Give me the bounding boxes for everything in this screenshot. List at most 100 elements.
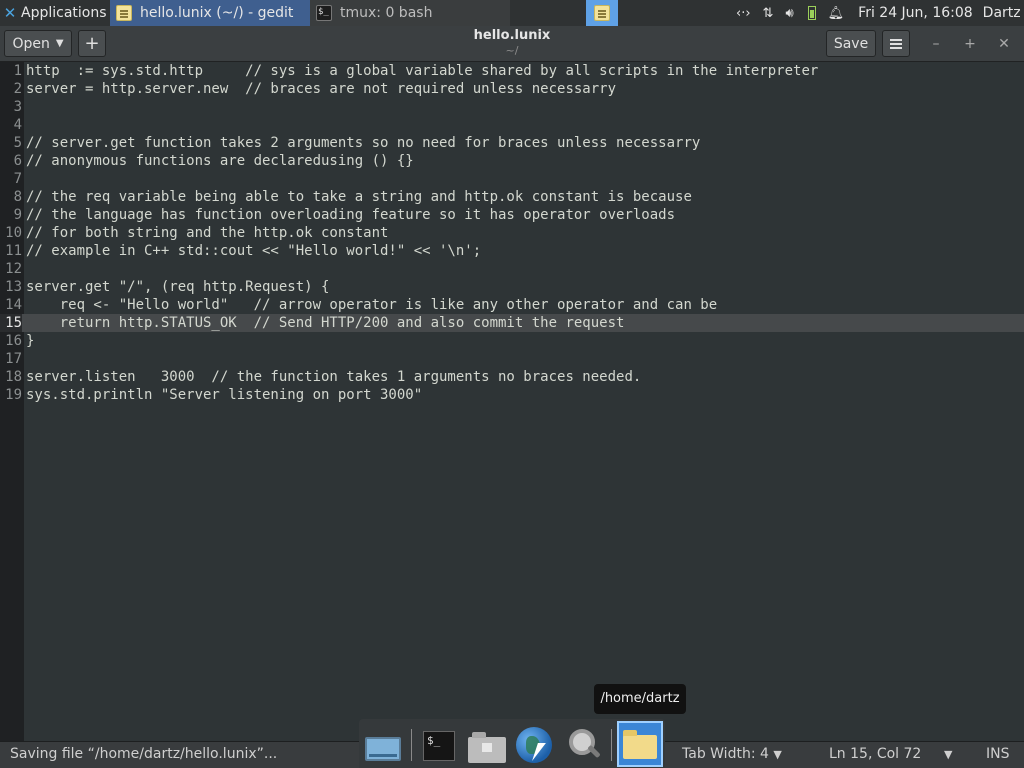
code-line[interactable]: 4 <box>0 116 1024 134</box>
code-line[interactable]: 17 <box>0 350 1024 368</box>
insert-mode-indicator: INS <box>986 746 1010 762</box>
hamburger-menu-button[interactable] <box>882 30 910 57</box>
minimize-icon[interactable]: – <box>926 34 946 54</box>
code-line-text: } <box>26 333 35 349</box>
code-line[interactable]: 7 <box>0 170 1024 188</box>
text-editor-icon <box>116 5 132 21</box>
code-line[interactable]: 2 server = http.server.new // braces are … <box>0 80 1024 98</box>
code-line[interactable]: 12 <box>0 260 1024 278</box>
code-line[interactable]: 10// for both string and the http.ok con… <box>0 224 1024 242</box>
maximize-icon[interactable]: + <box>960 34 980 54</box>
code-line[interactable]: 14 req <- "Hello world" // arrow operato… <box>0 296 1024 314</box>
dock-tooltip: /home/dartz <box>594 684 686 714</box>
code-line[interactable]: 18 server.listen 3000 // the function tak… <box>0 368 1024 386</box>
save-button[interactable]: Save <box>826 30 876 57</box>
line-number: 7 <box>0 170 22 188</box>
code-line-text: // for both string and the http.ok const… <box>26 225 389 241</box>
web-browser-icon[interactable] <box>513 723 555 765</box>
line-number: 2 <box>0 80 22 98</box>
workspace-switcher[interactable] <box>586 0 618 26</box>
code-line-text: req <- "Hello world" // arrow operator i… <box>26 297 718 313</box>
applications-label: Applications <box>21 5 107 21</box>
open-button-label: Open <box>12 35 50 52</box>
code-line-text: // anonymous functions are declaredusing… <box>26 153 414 169</box>
line-number: 17 <box>0 350 22 368</box>
taskbar-gedit-label: hello.lunix (~/) - gedit <box>140 5 294 21</box>
line-number: 14 <box>0 296 22 314</box>
code-line-text: // the req variable being able to take a… <box>26 189 692 205</box>
cursor-position[interactable]: Ln 15, Col 72 <box>829 746 921 762</box>
home-folder-icon[interactable] <box>617 721 663 767</box>
code-line[interactable]: 3 <box>0 98 1024 116</box>
chevron-down-icon: ▼ <box>773 748 782 761</box>
line-number: 12 <box>0 260 22 278</box>
code-line[interactable]: 11// example in C++ std::cout << "Hello … <box>0 242 1024 260</box>
file-manager-icon[interactable] <box>465 723 507 765</box>
window-subtitle: ~/ <box>505 44 519 57</box>
window-title: hello.lunix <box>473 28 551 43</box>
code-line[interactable]: 5// server.get function takes 2 argument… <box>0 134 1024 152</box>
code-line-text: // the language has function overloading… <box>26 207 676 223</box>
code-line[interactable]: 16} <box>0 332 1024 350</box>
xfce-logo-icon: ✕ <box>3 4 17 22</box>
status-message: Saving file “/home/dartz/hello.lunix”... <box>10 746 278 762</box>
line-number: 19 <box>0 386 22 404</box>
code-line[interactable]: 15 return http.STATUS_OK // Send HTTP/20… <box>0 314 1024 332</box>
code-line[interactable]: 6// anonymous functions are declaredusin… <box>0 152 1024 170</box>
code-line[interactable]: 9// the language has function overloadin… <box>0 206 1024 224</box>
code-line-text: server = http.server.new // braces are n… <box>26 81 617 97</box>
terminal-icon: $_ <box>316 5 332 21</box>
close-icon[interactable]: ✕ <box>994 34 1014 54</box>
line-number: 11 <box>0 242 22 260</box>
volume-icon[interactable]: 🔊︎ <box>785 6 793 21</box>
line-number: 5 <box>0 134 22 152</box>
code-line[interactable]: 13 server.get "/", (req http.Request) { <box>0 278 1024 296</box>
line-number: 9 <box>0 206 22 224</box>
clock[interactable]: Fri 24 Jun, 16:08 <box>858 5 973 21</box>
system-tray: ‹·› ⇅ 🔊︎ 🔔︎ Fri 24 Jun, 16:08 Dartz <box>724 0 1024 26</box>
line-number: 16 <box>0 332 22 350</box>
line-number: 10 <box>0 224 22 242</box>
notification-bell-icon[interactable]: 🔔︎ <box>828 6 845 21</box>
line-number: 8 <box>0 188 22 206</box>
code-line-text: http := sys.std.http // sys is a global … <box>26 63 819 79</box>
code-line[interactable]: 1 http := sys.std.http // sys is a global… <box>0 62 1024 80</box>
new-document-button[interactable]: + <box>78 30 106 57</box>
code-line[interactable]: 8// the req variable being able to take … <box>0 188 1024 206</box>
dock-separator <box>611 729 612 761</box>
data-transfer-icon[interactable]: ⇅ <box>763 6 774 21</box>
code-line[interactable]: 19 sys.std.println "Server listening on p… <box>0 386 1024 404</box>
code-line-text: server.get "/", (req http.Request) { <box>26 279 330 295</box>
tab-width-selector[interactable]: Tab Width: 4 ▼ <box>682 746 782 762</box>
tab-width-label: Tab Width: 4 <box>682 746 769 762</box>
applications-menu[interactable]: ✕ Applications <box>0 0 110 26</box>
title-area: hello.lunix ~/ <box>400 28 624 57</box>
taskbar-gedit[interactable]: hello.lunix (~/) - gedit <box>110 0 310 26</box>
line-number: 3 <box>0 98 22 116</box>
line-number: 6 <box>0 152 22 170</box>
code-line-text: return http.STATUS_OK // Send HTTP/200 a… <box>26 315 625 331</box>
code-line-text: sys.std.println "Server listening on por… <box>26 387 423 403</box>
header-bar: Open ▼ + hello.lunix ~/ Save – + ✕ <box>0 26 1024 62</box>
top-panel: ✕ Applications hello.lunix (~/) - gedit … <box>0 0 1024 26</box>
text-editor-area[interactable]: 1 http := sys.std.http // sys is a global… <box>0 62 1024 741</box>
text-editor-icon <box>594 5 610 21</box>
code-line-text: server.listen 3000 // the function takes… <box>26 369 642 385</box>
taskbar-terminal[interactable]: $_ tmux: 0 bash <box>310 0 510 26</box>
terminal-icon[interactable]: $_ <box>417 723 459 765</box>
chevron-down-icon[interactable]: ▼ <box>944 748 952 761</box>
open-button[interactable]: Open ▼ <box>4 30 72 57</box>
chevron-down-icon: ▼ <box>55 38 64 49</box>
taskbar-terminal-label: tmux: 0 bash <box>340 5 433 21</box>
user-menu[interactable]: Dartz <box>983 5 1021 21</box>
network-icon[interactable]: ‹·› <box>736 6 751 21</box>
code-line-text: // server.get function takes 2 arguments… <box>26 135 701 151</box>
search-icon[interactable] <box>563 723 605 765</box>
code-line-text: // example in C++ std::cout << "Hello wo… <box>26 243 482 259</box>
line-number: 13 <box>0 278 22 296</box>
show-desktop-icon[interactable] <box>362 723 404 765</box>
line-number: 18 <box>0 368 22 386</box>
battery-icon[interactable] <box>807 6 816 20</box>
line-number: 15 <box>0 314 22 332</box>
dock: $_ <box>359 719 665 768</box>
